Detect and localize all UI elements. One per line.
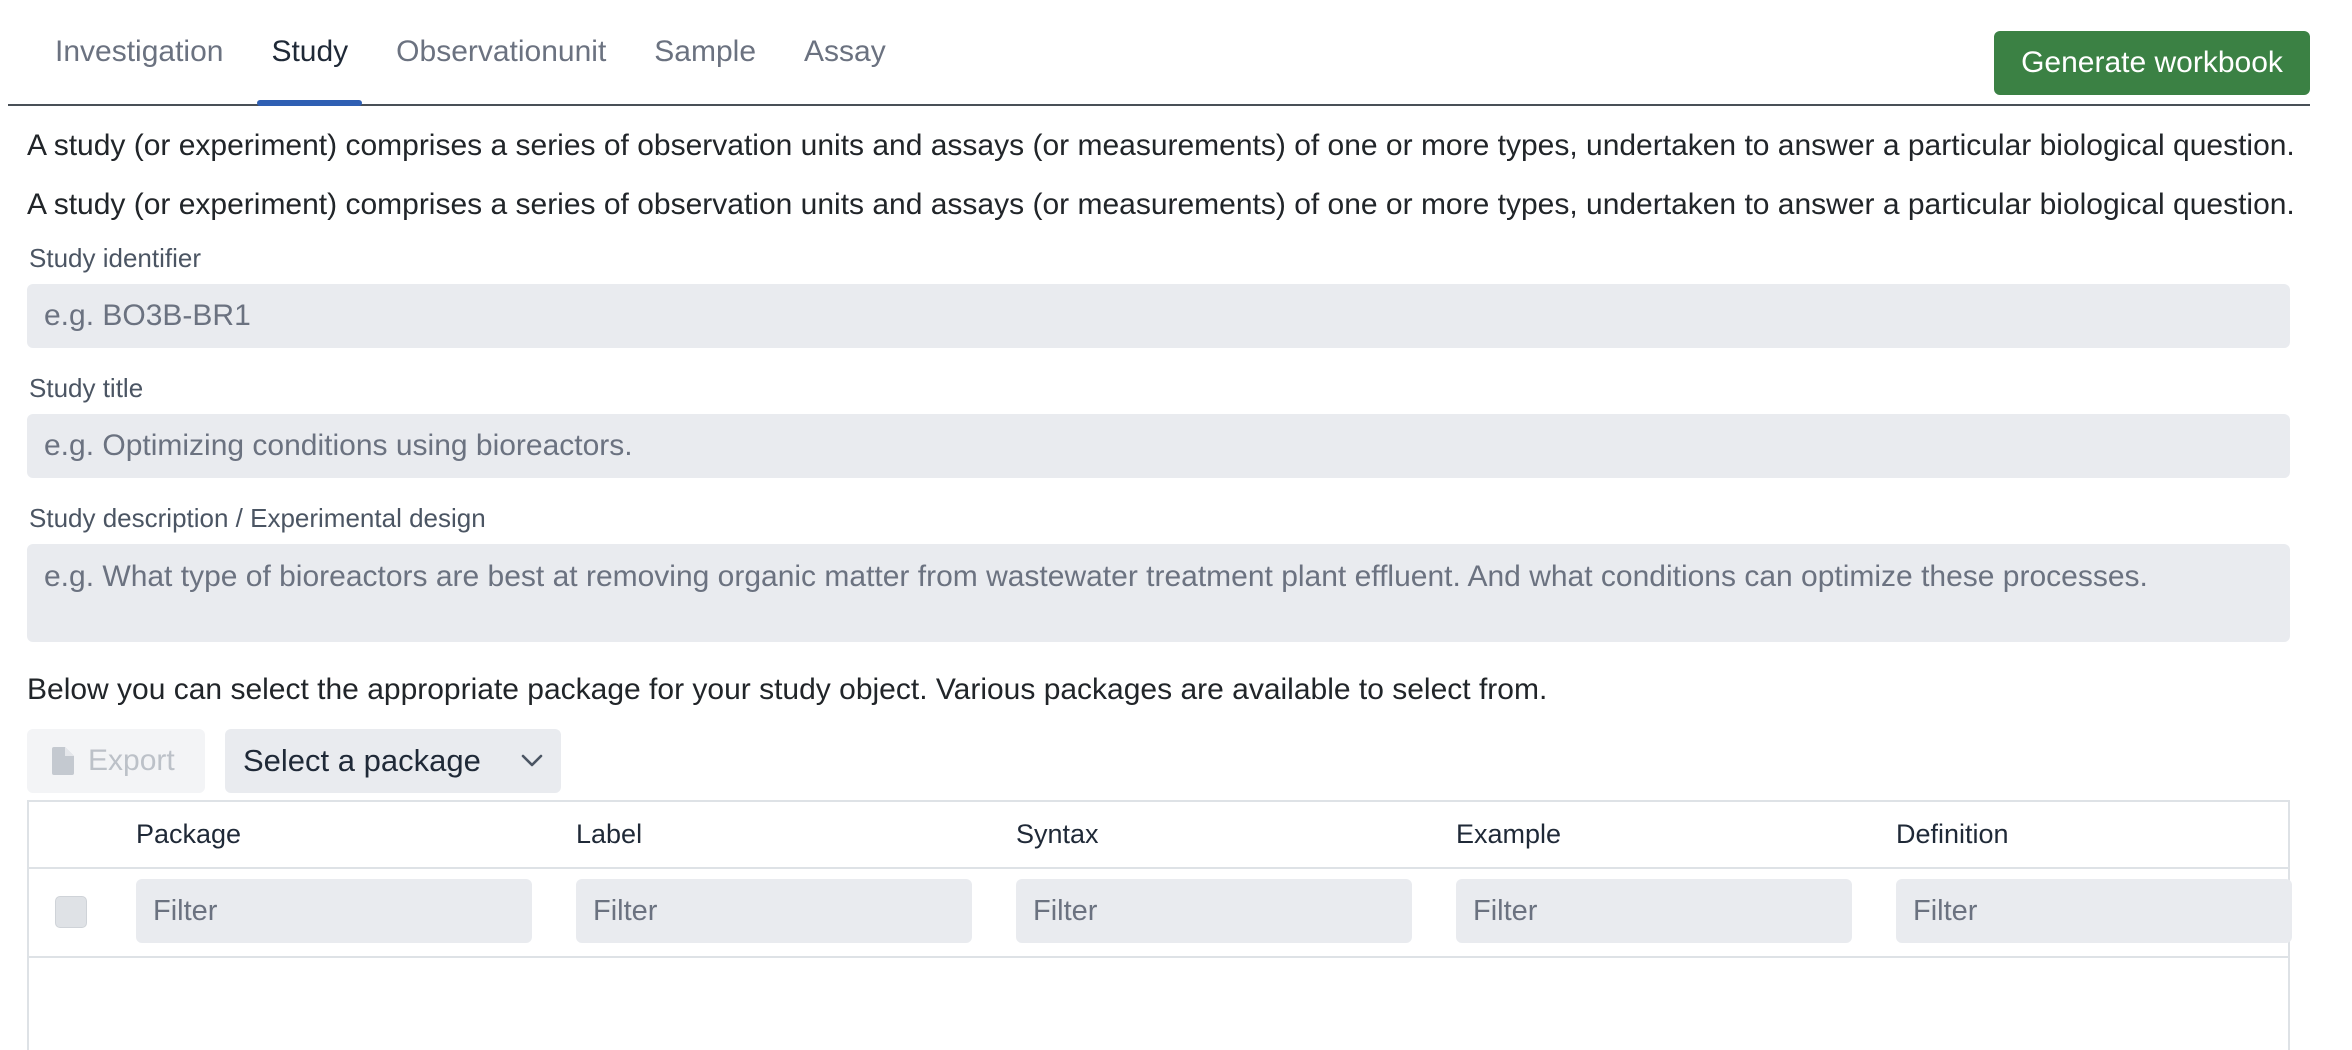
label-filter-input[interactable] [576, 879, 972, 943]
file-icon [52, 747, 74, 775]
tab-observationunit[interactable]: Observationunit [372, 0, 630, 104]
filter-row [29, 867, 2292, 958]
column-header-label[interactable]: Label [576, 802, 642, 867]
export-button[interactable]: Export [27, 729, 205, 793]
study-identifier-input[interactable] [27, 284, 2290, 348]
package-help-text: Below you can select the appropriate pac… [27, 673, 1548, 706]
example-filter-input[interactable] [1456, 879, 1852, 943]
syntax-filter-input[interactable] [1016, 879, 1412, 943]
study-description-textarea[interactable] [27, 544, 2290, 642]
export-button-label: Export [88, 744, 175, 777]
package-select-label: Select a package [243, 743, 481, 778]
column-header-package[interactable]: Package [136, 802, 241, 867]
tab-study[interactable]: Study [247, 0, 372, 106]
package-select[interactable]: Select a package [225, 729, 561, 793]
column-header-example[interactable]: Example [1456, 802, 1561, 867]
tab-investigation[interactable]: Investigation [8, 0, 247, 104]
definition-filter-input[interactable] [1896, 879, 2292, 943]
generate-workbook-button[interactable]: Generate workbook [1994, 31, 2310, 95]
study-description-text-repeat: A study (or experiment) comprises a seri… [27, 188, 2295, 221]
tab-assay[interactable]: Assay [780, 0, 910, 104]
table-header: Package Label Syntax Example Definition [29, 802, 2288, 869]
study-description-text: A study (or experiment) comprises a seri… [27, 129, 2295, 162]
study-title-label: Study title [29, 373, 144, 403]
chevron-down-icon [521, 754, 543, 767]
tabs: Investigation Study Observationunit Samp… [8, 0, 910, 106]
study-title-input[interactable] [27, 414, 2290, 478]
package-table: Package Label Syntax Example Definition [27, 800, 2292, 1050]
column-header-syntax[interactable]: Syntax [1016, 802, 1099, 867]
column-header-definition[interactable]: Definition [1896, 802, 2009, 867]
select-all-checkbox[interactable] [55, 896, 87, 928]
study-page: Investigation Study Observationunit Samp… [0, 0, 2352, 1050]
study-description-label: Study description / Experimental design [29, 503, 486, 533]
tab-bar: Investigation Study Observationunit Samp… [8, 0, 2310, 106]
tab-sample[interactable]: Sample [630, 0, 780, 104]
study-identifier-label: Study identifier [29, 243, 201, 273]
package-filter-input[interactable] [136, 879, 532, 943]
